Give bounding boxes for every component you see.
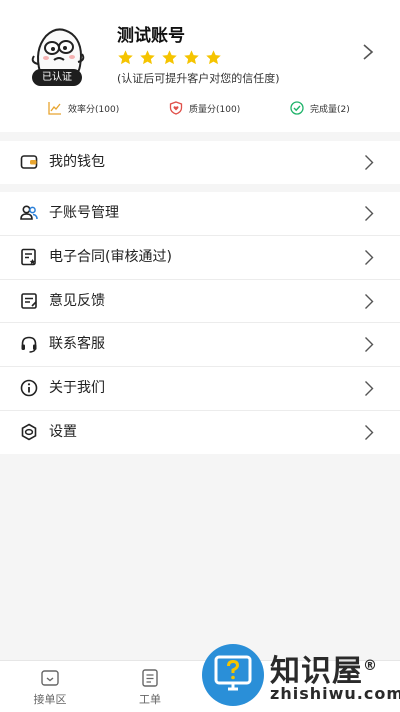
watermark-logo: 知识屋® zhishiwu.com — [200, 640, 400, 711]
tab-label: 接单区 — [33, 693, 67, 706]
star-icon — [184, 50, 199, 65]
document-icon — [142, 669, 158, 687]
trend-chart-icon — [48, 102, 61, 115]
users-icon — [20, 205, 38, 220]
verified-badge: 已认证 — [32, 69, 82, 86]
quality-label: 质量分(100) — [189, 104, 241, 115]
menu-item-settings[interactable]: 设置 — [0, 411, 400, 454]
chevron-right-icon[interactable] — [362, 43, 374, 61]
chevron-right-icon — [365, 337, 374, 352]
star-icon — [162, 50, 177, 65]
efficiency-stat: 效率分(100) — [48, 101, 119, 115]
registered-mark: ® — [363, 658, 378, 674]
menu-label: 电子合同(审核通过) — [49, 249, 172, 265]
chevron-right-icon — [365, 155, 374, 170]
chevron-right-icon — [365, 206, 374, 221]
headset-icon — [21, 336, 37, 353]
shield-heart-icon — [169, 101, 183, 115]
completion-stat: 完成量(2) — [290, 101, 350, 115]
watermark-subtitle: zhishiwu.com — [270, 684, 400, 703]
chevron-right-icon — [365, 425, 374, 440]
menu-item-feedback[interactable]: 意见反馈 — [0, 280, 400, 323]
contract-icon — [21, 248, 36, 266]
star-icon — [140, 50, 155, 65]
info-icon — [20, 379, 38, 397]
rating-stars — [117, 49, 222, 66]
feedback-icon — [21, 293, 37, 309]
account-name: 测试账号 — [117, 26, 185, 46]
chevron-right-icon — [365, 294, 374, 309]
stats-bar: 效率分(100) 质量分(100) 完成量(2) — [0, 101, 400, 119]
menu-item-about-us[interactable]: 关于我们 — [0, 367, 400, 410]
menu-label: 联系客服 — [49, 336, 105, 352]
inbox-icon — [41, 670, 59, 686]
wallet-icon — [20, 155, 38, 169]
efficiency-label: 效率分(100) — [68, 104, 120, 115]
menu-label: 关于我们 — [49, 380, 105, 396]
menu-label: 意见反馈 — [49, 293, 105, 309]
quality-stat: 质量分(100) — [169, 101, 240, 115]
menu-item-e-contract[interactable]: 电子合同(审核通过) — [0, 236, 400, 279]
check-circle-icon — [290, 101, 304, 115]
chevron-right-icon — [365, 250, 374, 265]
menu-label: 子账号管理 — [49, 205, 119, 221]
help-monitor-icon — [202, 644, 264, 706]
tab-label: 工单 — [139, 693, 161, 706]
chevron-right-icon — [365, 381, 374, 396]
star-icon — [206, 50, 221, 65]
star-icon — [118, 50, 133, 65]
menu-item-sub-accounts[interactable]: 子账号管理 — [0, 192, 400, 235]
tab-work-orders[interactable]: 工单 — [100, 661, 200, 712]
menu-label: 设置 — [49, 424, 77, 440]
tab-order-area[interactable]: 接单区 — [0, 661, 100, 712]
completion-label: 完成量(2) — [310, 104, 350, 115]
menu-label: 我的钱包 — [49, 154, 105, 170]
verification-hint: (认证后可提升客户对您的信任度) — [117, 72, 280, 85]
settings-icon — [21, 423, 37, 441]
menu-item-customer-service[interactable]: 联系客服 — [0, 323, 400, 366]
menu-item-wallet[interactable]: 我的钱包 — [0, 141, 400, 184]
profile-card[interactable]: 已认证 测试账号 (认证后可提升客户对您的信任度) 效率分(100) 质量分(1… — [0, 0, 400, 132]
